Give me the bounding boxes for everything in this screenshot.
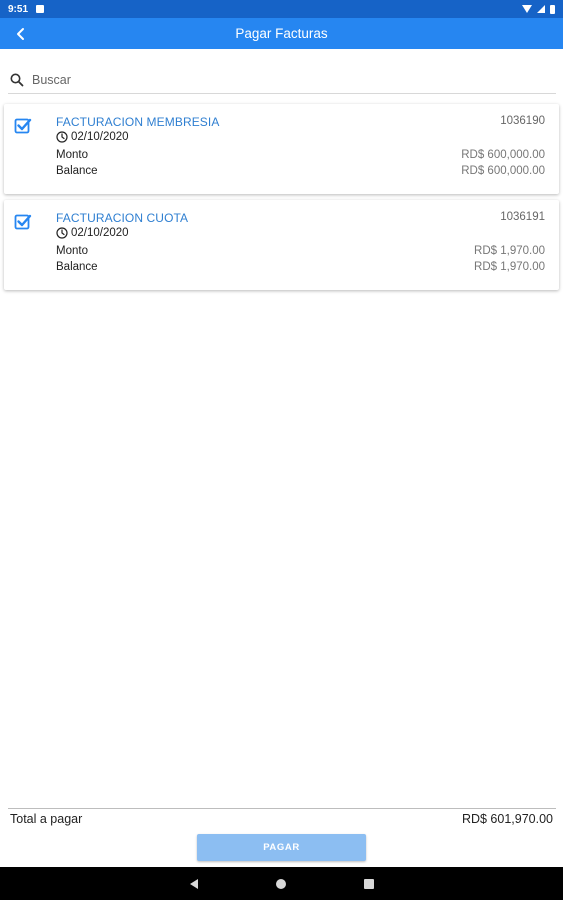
invoice-balance-row: Balance RD$ 600,000.00 <box>56 165 545 177</box>
footer-divider <box>8 808 556 809</box>
monto-value: RD$ 600,000.00 <box>461 149 545 161</box>
wifi-icon <box>522 5 532 13</box>
balance-value: RD$ 1,970.00 <box>474 261 545 273</box>
status-icons <box>522 4 555 14</box>
back-button[interactable] <box>6 18 36 49</box>
invoice-title: FACTURACION MEMBRESIA <box>56 115 220 129</box>
invoice-number: 1036191 <box>500 211 545 223</box>
clock-icon <box>56 227 68 239</box>
invoice-balance-row: Balance RD$ 1,970.00 <box>56 261 545 273</box>
total-value: RD$ 601,970.00 <box>461 812 553 826</box>
monto-label: Monto <box>56 149 88 161</box>
invoice-card[interactable]: FACTURACION CUOTA 1036191 02/10/2020 Mon… <box>4 200 559 290</box>
invoice-monto-row: Monto RD$ 600,000.00 <box>56 149 545 161</box>
invoice-title: FACTURACION CUOTA <box>56 211 189 225</box>
nav-recents-icon[interactable] <box>363 878 374 889</box>
invoice-date: 02/10/2020 <box>71 131 129 143</box>
search-input[interactable] <box>32 72 532 87</box>
app-bar: Pagar Facturas <box>0 18 563 49</box>
invoice-date: 02/10/2020 <box>71 227 129 239</box>
system-nav-bar <box>0 867 563 900</box>
search-icon <box>8 71 26 89</box>
balance-label: Balance <box>56 165 98 177</box>
status-time: 9:51 <box>8 3 29 15</box>
monto-label: Monto <box>56 245 88 257</box>
invoice-number: 1036190 <box>500 115 545 127</box>
invoice-monto-row: Monto RD$ 1,970.00 <box>56 245 545 257</box>
invoice-card[interactable]: FACTURACION MEMBRESIA 1036190 02/10/2020… <box>4 104 559 194</box>
status-bar: 9:51 <box>0 0 563 18</box>
monto-value: RD$ 1,970.00 <box>474 245 545 257</box>
nav-home-icon[interactable] <box>275 878 286 889</box>
clock-icon <box>56 131 68 143</box>
nav-back-icon[interactable] <box>189 878 198 889</box>
pay-button[interactable]: PAGAR <box>197 834 366 861</box>
balance-value: RD$ 600,000.00 <box>461 165 545 177</box>
signal-icon <box>537 5 545 13</box>
checkbox-checked-icon[interactable] <box>14 117 32 135</box>
battery-icon <box>550 4 555 14</box>
invoice-date-row: 02/10/2020 <box>56 131 129 143</box>
checkbox-checked-icon[interactable] <box>14 213 32 231</box>
search-bar <box>8 66 556 94</box>
total-row: Total a pagar RD$ 601,970.00 <box>10 812 553 826</box>
invoice-date-row: 02/10/2020 <box>56 227 129 239</box>
notification-icon <box>36 5 45 13</box>
arrow-back-icon <box>17 27 24 40</box>
balance-label: Balance <box>56 261 98 273</box>
total-label: Total a pagar <box>10 812 83 826</box>
page-title: Pagar Facturas <box>235 26 328 41</box>
